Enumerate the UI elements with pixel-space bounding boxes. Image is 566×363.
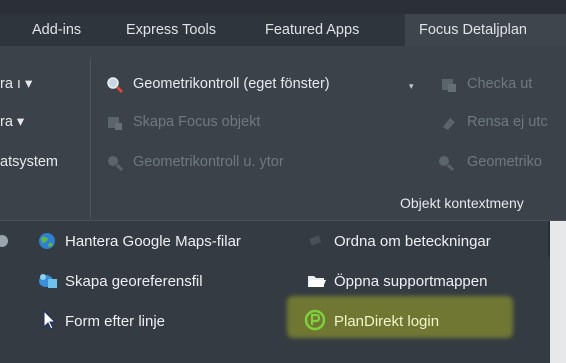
eraser-icon (440, 114, 458, 137)
ribbon-left-item-2[interactable]: ra ▾ (0, 114, 24, 130)
magnifier-icon (106, 154, 124, 177)
menu-item-label: Form efter linje (65, 313, 166, 330)
menu-item-label: Skapa georeferensfil (65, 273, 203, 290)
ribbon-left-item-1[interactable]: ra ı ▾ (0, 76, 32, 92)
menu-item-label: Öppna supportmappen (334, 273, 488, 290)
magnifier-icon (437, 154, 455, 177)
group-label-objekt-kontextmeny[interactable]: Objekt kontextmeny (400, 195, 524, 211)
geometriko-button[interactable]: Geometriko (467, 154, 542, 170)
geometrikontroll-button[interactable]: Geometrikontroll (eget fönster) (133, 76, 330, 92)
tab-featured-apps[interactable]: Featured Apps (265, 22, 359, 38)
skapa-focus-objekt-button[interactable]: Skapa Focus objekt (133, 114, 260, 130)
partial-icon (0, 232, 10, 255)
folder-icon (306, 272, 328, 295)
focus-object-icon (106, 114, 124, 137)
plandirekt-icon (304, 309, 326, 336)
menu-item-label: PlanDirekt login (334, 313, 440, 330)
cursor-icon (40, 309, 58, 336)
georef-icon (37, 271, 59, 296)
magnifier-icon (106, 76, 124, 99)
title-bar (0, 0, 566, 14)
menu-item-label: Hantera Google Maps-filar (65, 233, 241, 250)
rensa-button[interactable]: Rensa ej utc (467, 114, 548, 130)
tab-focus-detaljplan[interactable]: Focus Detaljplan (419, 22, 527, 38)
background-panel (550, 221, 566, 363)
ribbon-separator (90, 58, 91, 218)
checka-ut-button[interactable]: Checka ut (467, 76, 532, 92)
geometrikontroll-u-ytor-button[interactable]: Geometrikontroll u. ytor (133, 154, 284, 170)
checkout-icon (440, 76, 458, 99)
menu-item-label: Ordna om beteckningar (334, 233, 491, 250)
ribbon-left-item-3[interactable]: atsystem (0, 154, 58, 170)
arrange-icon (306, 231, 326, 254)
tab-express-tools[interactable]: Express Tools (126, 22, 216, 38)
chevron-down-icon[interactable]: ▾ (409, 81, 414, 92)
globe-icon (37, 231, 57, 256)
tab-add-ins[interactable]: Add-ins (32, 22, 81, 38)
